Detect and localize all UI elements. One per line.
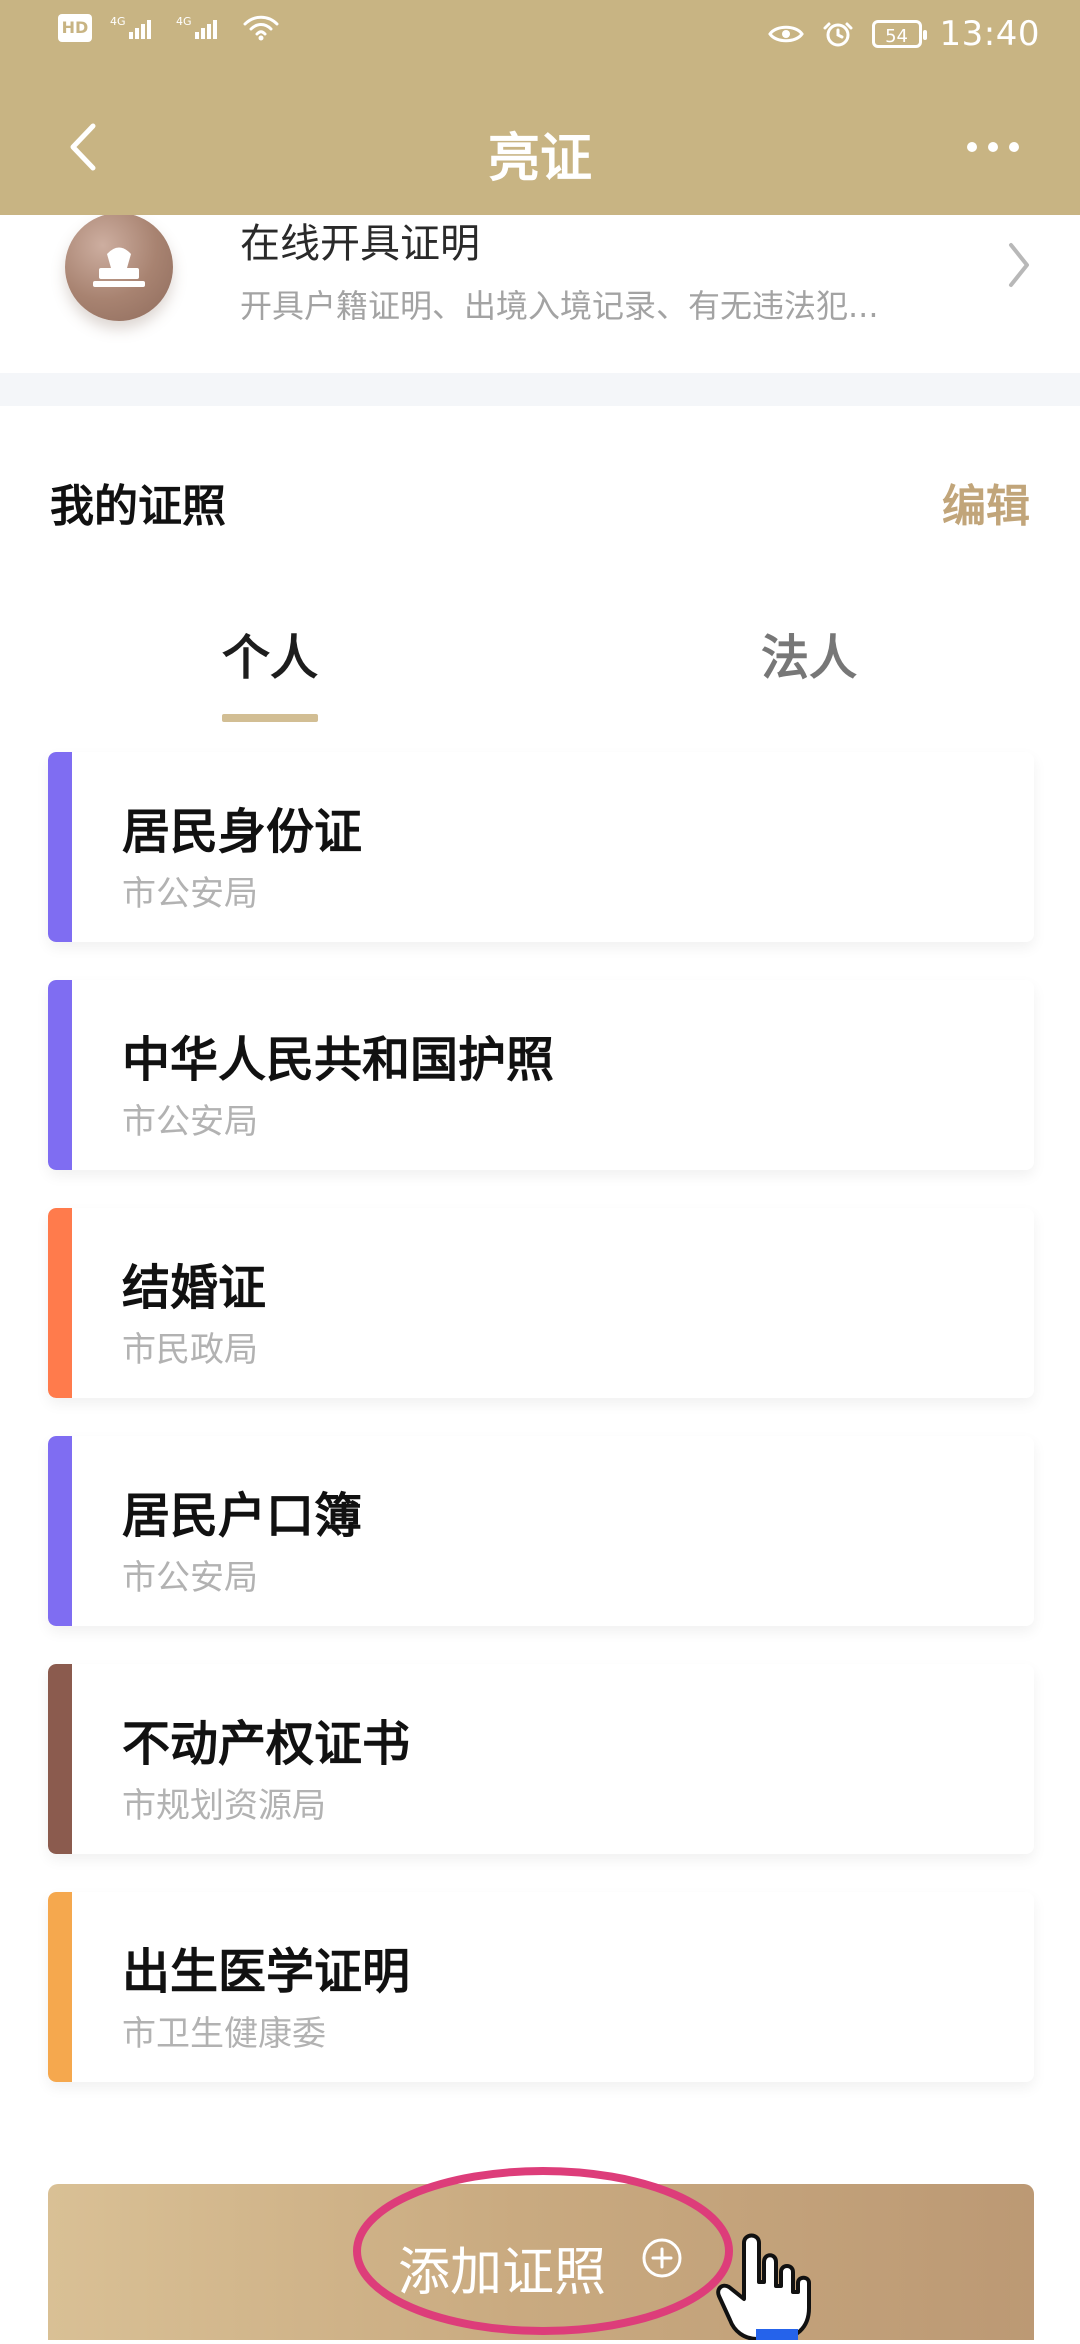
certificate-issuer: 市卫生健康委 [122, 2014, 326, 2054]
hand-pointer-icon [710, 2225, 820, 2341]
tab-indicator [222, 714, 318, 722]
certificate-name: 中华人民共和国护照 [122, 1032, 555, 1088]
header-bar: HD 4G 4G 54 13:40 亮证 [0, 0, 1080, 215]
navigation-bar: 亮证 [0, 80, 1080, 215]
certificate-name: 不动产权证书 [122, 1716, 411, 1772]
certificate-issuer: 市公安局 [122, 1102, 258, 1142]
online-certificate-service-card[interactable]: 在线开具证明 开具户籍证明、出境入境记录、有无违法犯... [0, 213, 1080, 374]
status-left-group: HD 4G 4G [58, 14, 280, 42]
service-subtitle: 开具户籍证明、出境入境记录、有无违法犯... [240, 287, 879, 325]
certificate-card[interactable]: 出生医学证明 市卫生健康委 [48, 1892, 1034, 2082]
status-time: 13:40 [939, 14, 1040, 54]
tab-legal-entity[interactable]: 法人 [709, 618, 909, 688]
signal-2-text: 4G [176, 15, 192, 28]
certificate-issuer: 市规划资源局 [122, 1786, 326, 1826]
certificate-tabs: 个人 法人 [0, 618, 1080, 728]
battery-indicator: 54 [871, 20, 927, 48]
signal-1-text: 4G [110, 15, 126, 28]
certificate-name: 居民身份证 [122, 804, 363, 860]
edit-button[interactable]: 编辑 [942, 470, 1030, 534]
certificate-name: 结婚证 [122, 1260, 267, 1316]
chevron-right-icon [998, 235, 1038, 295]
certificate-issuer: 市公安局 [122, 874, 258, 914]
certificate-card[interactable]: 居民户口簿 市公安局 [48, 1436, 1034, 1626]
section-divider-band [0, 373, 1080, 406]
hd-icon: HD [58, 14, 92, 42]
tab-personal[interactable]: 个人 [170, 618, 370, 688]
card-color-strip [48, 1892, 72, 2082]
certificate-card[interactable]: 居民身份证 市公安局 [48, 752, 1034, 942]
card-color-strip [48, 1208, 72, 1398]
certificate-issuer: 市公安局 [122, 1558, 258, 1598]
status-bar: HD 4G 4G 54 13:40 [0, 0, 1080, 80]
certificate-name: 居民户口簿 [122, 1488, 363, 1544]
signal-icon: 4G [110, 14, 158, 42]
certificate-name: 出生医学证明 [122, 1944, 411, 2000]
signal-2-svg: 4G [176, 15, 217, 39]
status-right-group: 54 13:40 [767, 14, 1040, 54]
page-title: 亮证 [487, 129, 592, 189]
service-title: 在线开具证明 [240, 221, 480, 267]
card-color-strip [48, 752, 72, 942]
more-button[interactable] [958, 125, 1028, 169]
certificate-card[interactable]: 不动产权证书 市规划资源局 [48, 1664, 1034, 1854]
alarm-icon [822, 18, 854, 50]
more-dots-icon [967, 142, 1019, 152]
card-color-strip [48, 1436, 72, 1626]
section-title: 我的证照 [50, 481, 226, 532]
signal-icon: 4G [176, 14, 224, 42]
certificate-issuer: 市民政局 [122, 1330, 258, 1370]
stamp-icon [65, 213, 173, 321]
certificate-card[interactable]: 中华人民共和国护照 市公安局 [48, 980, 1034, 1170]
card-color-strip [48, 1664, 72, 1854]
certificate-list: 居民身份证 市公安局 中华人民共和国护照 市公安局 结婚证 市民政局 居民户口簿… [48, 752, 1034, 2120]
card-color-strip [48, 980, 72, 1170]
wifi-icon [242, 14, 280, 42]
eye-icon [767, 22, 804, 46]
highlight-ring [350, 2162, 736, 2340]
signal-1-svg: 4G [110, 15, 151, 39]
certificate-card[interactable]: 结婚证 市民政局 [48, 1208, 1034, 1398]
